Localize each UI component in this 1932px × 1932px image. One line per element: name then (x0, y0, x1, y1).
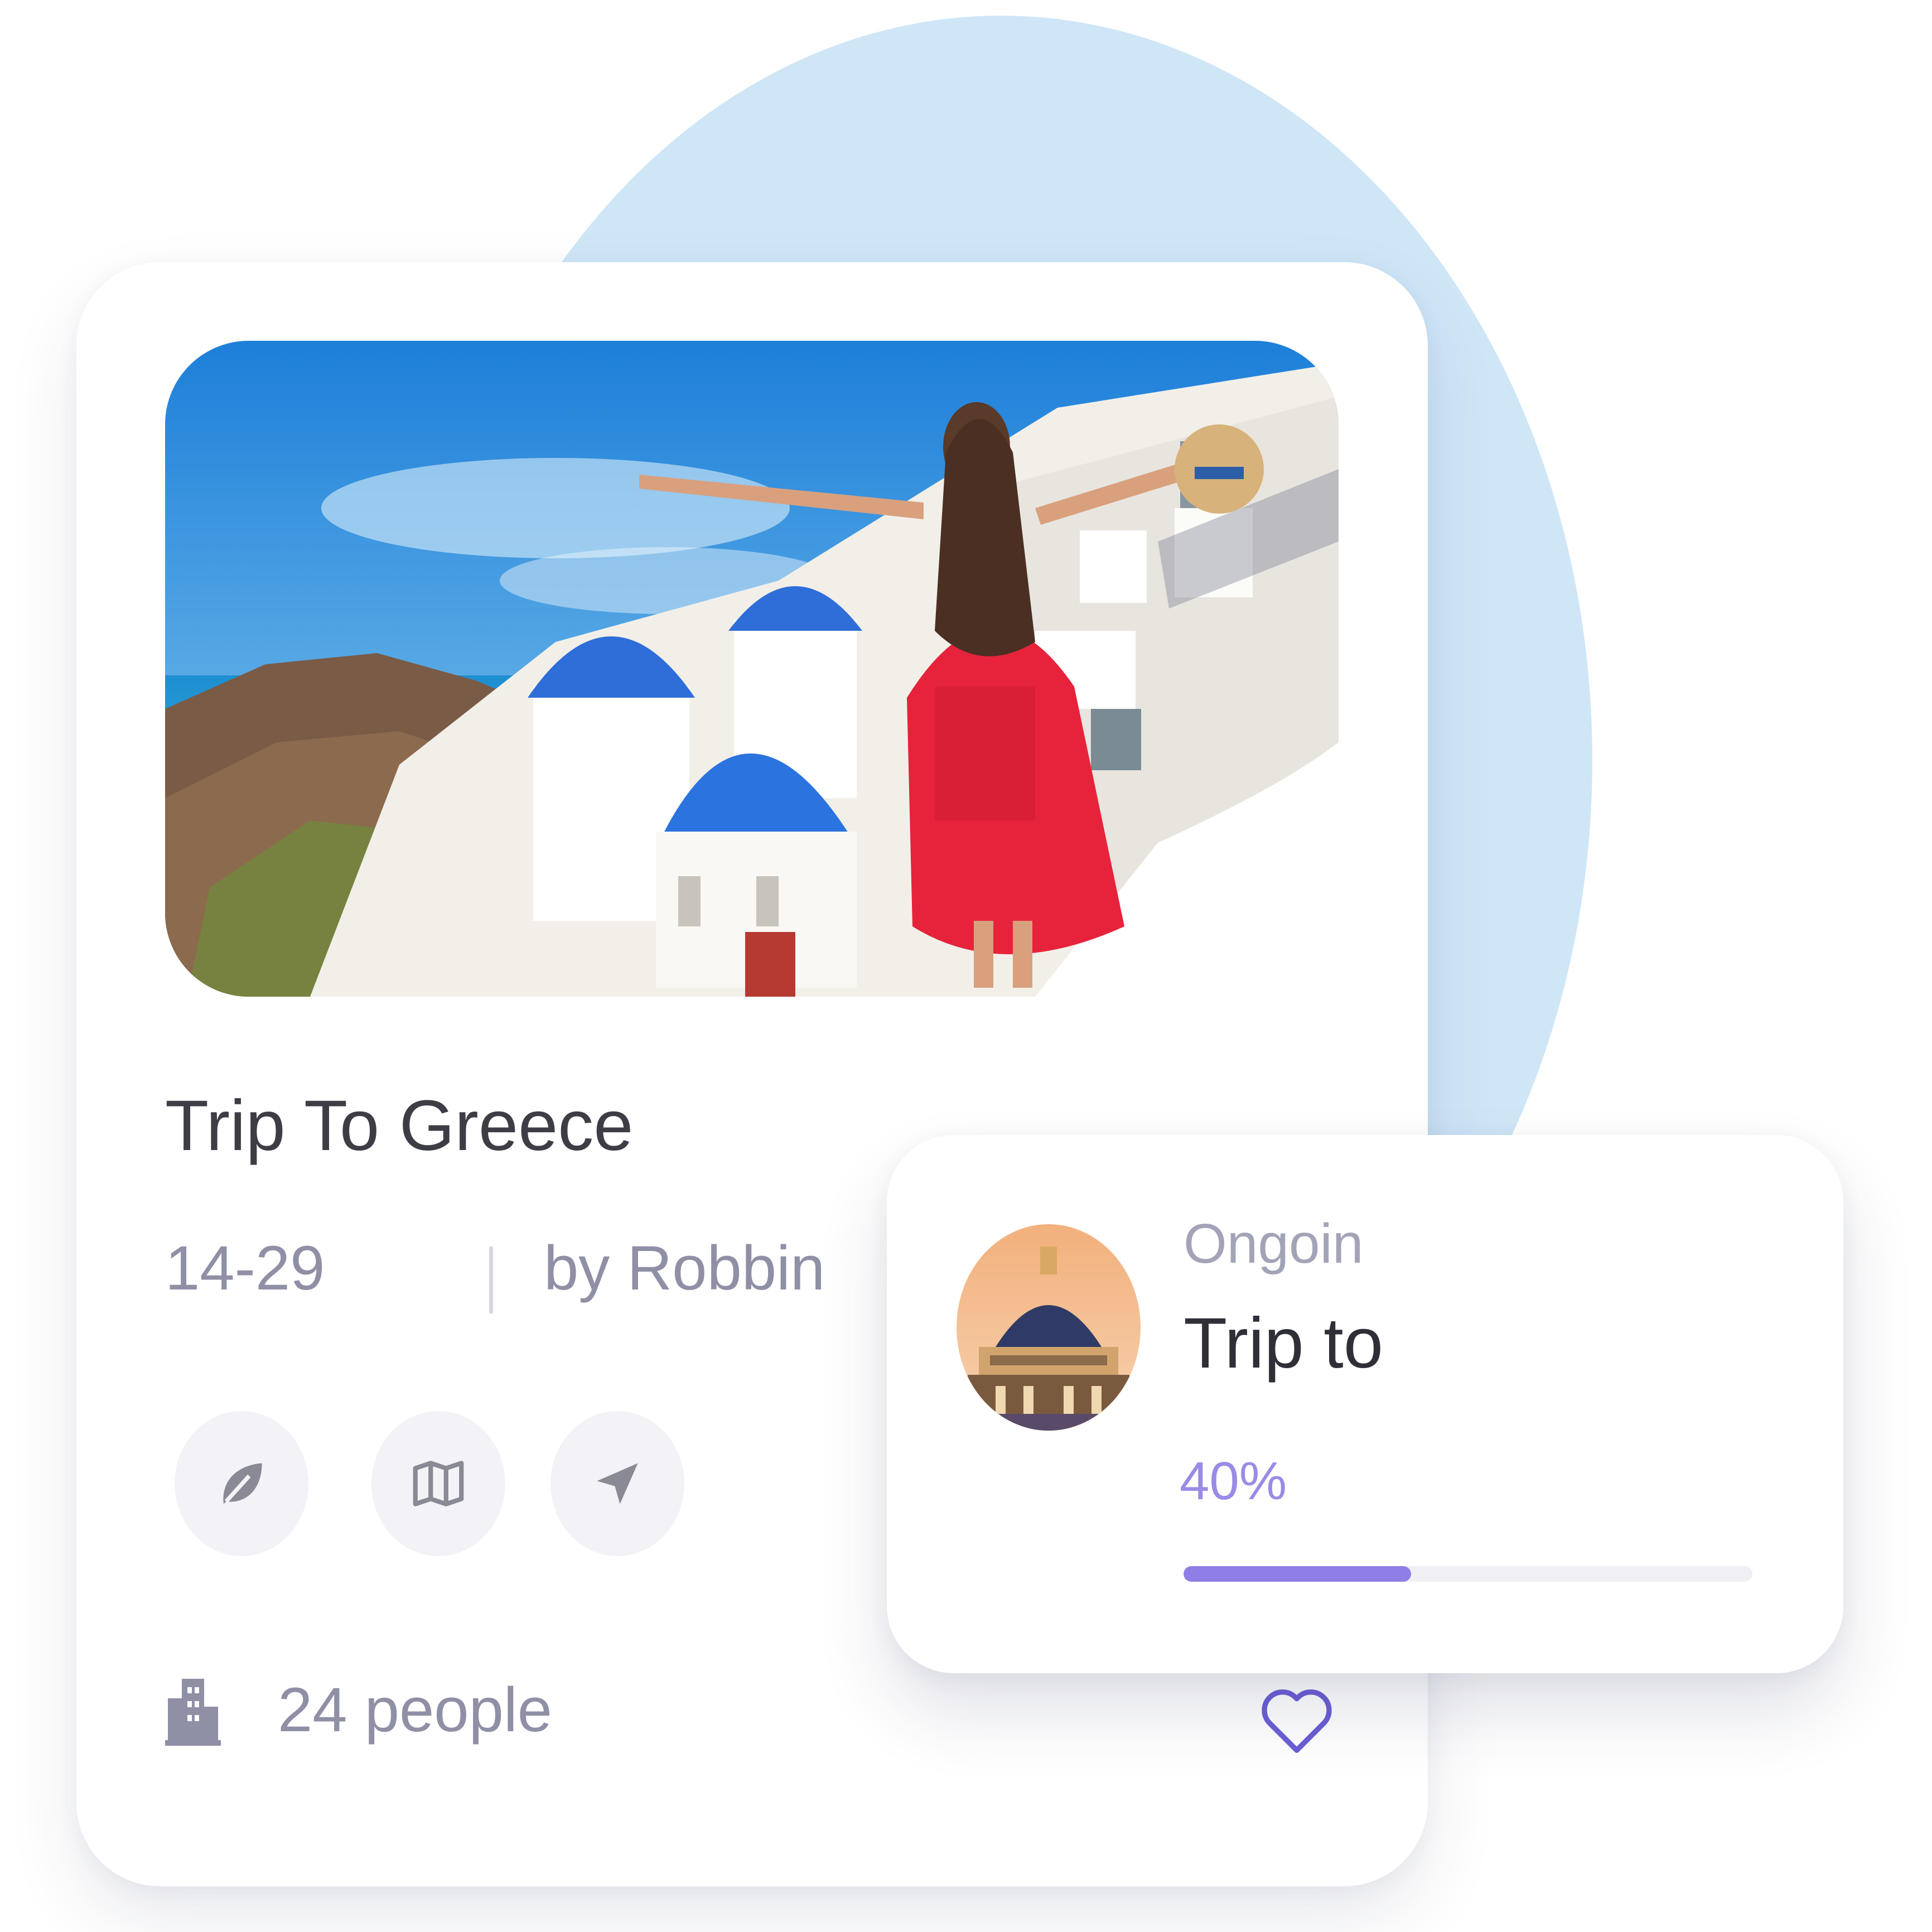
trip-dates: 14-29 (165, 1233, 325, 1303)
ongoing-trip-title: Trip to (1184, 1303, 1383, 1383)
location-arrow-icon (597, 1463, 638, 1504)
progress-bar-fill (1184, 1566, 1411, 1582)
map-button[interactable] (371, 1411, 505, 1556)
trip-status: Ongoin (1184, 1213, 1364, 1275)
heart-icon[interactable] (1255, 1679, 1339, 1762)
people-count: 24 people (278, 1675, 553, 1745)
progress-bar (1184, 1566, 1752, 1582)
progress-percentage: 40% (1180, 1451, 1287, 1511)
leaf-icon (223, 1463, 262, 1504)
hero-image (165, 341, 1339, 997)
trip-title: Trip To Greece (165, 1086, 634, 1166)
map-icon (413, 1461, 464, 1506)
destination-avatar (957, 1224, 1141, 1431)
trip-author: by Robbin (544, 1233, 825, 1303)
building-icon (165, 1679, 221, 1746)
leaf-button[interactable] (175, 1411, 308, 1556)
meta-divider (489, 1247, 493, 1313)
navigate-button[interactable] (550, 1411, 684, 1556)
